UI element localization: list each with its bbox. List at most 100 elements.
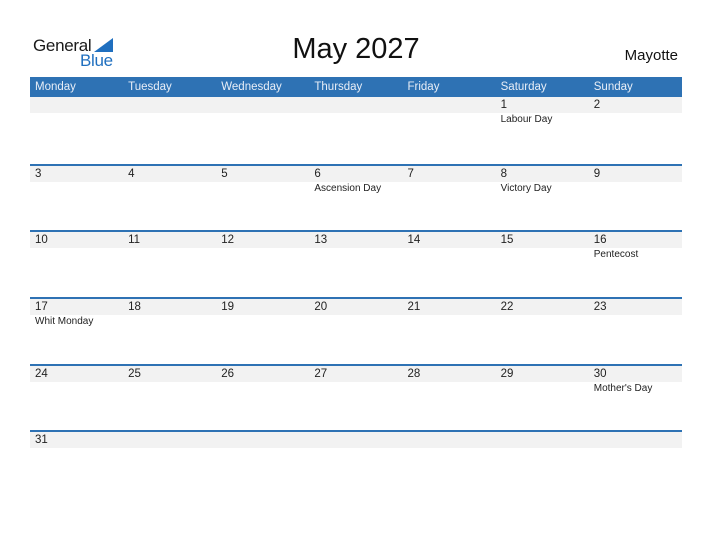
- day-cell: 5: [216, 166, 309, 196]
- week-row: 24 25 26 27 28 29 30 Mother's Day: [30, 363, 682, 431]
- day-cell: 11: [123, 232, 216, 262]
- day-cell: 2: [589, 97, 682, 127]
- day-cell: 13: [309, 232, 402, 262]
- day-number: 1: [500, 99, 508, 111]
- day-number: 12: [221, 234, 235, 247]
- week-row: 3 4 5 6 Ascension Day 7 8 Victory Day 9: [30, 163, 682, 231]
- day-cell: 26: [216, 366, 309, 396]
- day-number: 14: [407, 234, 421, 247]
- day-cell: 8 Victory Day: [496, 166, 589, 196]
- day-cell: 7: [403, 166, 496, 196]
- weekday-friday: Friday: [407, 81, 440, 93]
- day-number: 19: [221, 301, 235, 314]
- day-number: 17: [35, 301, 48, 314]
- day-number: 11: [128, 234, 141, 247]
- day-cell: 29: [496, 366, 589, 396]
- day-number: 27: [314, 367, 328, 380]
- day-number: 10: [35, 234, 48, 247]
- day-number: 20: [314, 301, 328, 314]
- day-cell: [496, 432, 589, 448]
- day-number: 26: [221, 367, 235, 380]
- day-cell: 6 Ascension Day: [309, 166, 402, 196]
- week-row: 17 Whit Monday 18 19 20 21 22 23: [30, 297, 682, 364]
- day-number: [221, 97, 309, 113]
- day-cell: 20: [309, 299, 402, 329]
- day-cell: 31: [30, 432, 123, 448]
- day-number: [408, 432, 496, 448]
- day-cell: 12: [216, 232, 309, 262]
- day-number: 6: [314, 167, 321, 180]
- day-cell: 19: [216, 299, 309, 329]
- calendar-title: May 2027: [292, 33, 420, 65]
- day-number: 7: [407, 167, 414, 180]
- day-cell: 24: [30, 366, 123, 396]
- day-cell: [123, 432, 216, 448]
- day-number: 22: [500, 301, 514, 314]
- day-cell: [403, 97, 496, 127]
- day-number: 4: [128, 167, 135, 180]
- day-number: 25: [128, 367, 141, 380]
- day-cell: 18: [123, 299, 216, 329]
- day-number: [221, 432, 309, 448]
- holiday-label: Whit Monday: [35, 316, 94, 328]
- day-number: 28: [407, 367, 421, 380]
- week-row: 1 Labour Day 2: [30, 97, 682, 164]
- day-number: 16: [593, 234, 607, 247]
- day-number: [314, 97, 402, 113]
- day-cell: [123, 97, 216, 127]
- day-number: [408, 97, 496, 113]
- holiday-label: Labour Day: [500, 114, 553, 125]
- day-cell: 16 Pentecost: [589, 232, 682, 262]
- week-row: 31: [30, 430, 682, 449]
- day-number: 5: [221, 167, 228, 180]
- day-number: 9: [593, 167, 601, 180]
- day-number: 31: [35, 434, 48, 447]
- day-cell: [216, 97, 309, 127]
- day-number: 15: [500, 234, 514, 247]
- day-cell: 28: [403, 366, 496, 396]
- day-cell: 3: [30, 166, 123, 196]
- day-cell: 9: [589, 166, 682, 196]
- weekday-header: Monday Tuesday Wednesday Thursday Friday…: [30, 77, 682, 97]
- day-cell: 10: [30, 232, 123, 262]
- day-number: [128, 432, 216, 448]
- day-number: [501, 432, 589, 448]
- day-cell: [309, 432, 402, 448]
- day-number: 30: [593, 367, 607, 380]
- holiday-label: Ascension Day: [314, 182, 382, 194]
- weekday-saturday: Saturday: [500, 81, 547, 93]
- day-cell: 23: [589, 299, 682, 329]
- day-cell: 25: [123, 366, 216, 396]
- weekday-tuesday: Tuesday: [128, 81, 172, 93]
- day-number: 3: [35, 167, 42, 180]
- day-cell: 21: [403, 299, 496, 329]
- holiday-label: Pentecost: [593, 249, 639, 261]
- day-number: 21: [407, 301, 421, 314]
- day-number: 29: [500, 367, 514, 380]
- day-cell: 30 Mother's Day: [589, 366, 682, 396]
- country-label: Mayotte: [624, 47, 678, 64]
- day-cell: 4: [123, 166, 216, 196]
- day-number: [128, 97, 216, 113]
- holiday-label: Victory Day: [500, 182, 552, 194]
- day-cell: 1 Labour Day: [496, 97, 589, 127]
- day-number: 23: [593, 301, 607, 314]
- day-cell: [403, 432, 496, 448]
- day-number: 18: [128, 301, 141, 314]
- weekday-thursday: Thursday: [314, 81, 363, 93]
- day-cell: [589, 432, 682, 448]
- weekday-sunday: Sunday: [593, 81, 633, 93]
- day-number: 2: [593, 99, 601, 111]
- day-number: [594, 432, 682, 448]
- day-number: 13: [314, 234, 328, 247]
- day-cell: 14: [403, 232, 496, 262]
- day-cell: 27: [309, 366, 402, 396]
- day-cell: 15: [496, 232, 589, 262]
- day-number: 24: [35, 367, 48, 380]
- holiday-label: Mother's Day: [593, 382, 653, 394]
- week-row: 10 11 12 13 14 15 16 Pentecost: [30, 230, 682, 297]
- day-number: 8: [500, 167, 508, 180]
- day-cell: [216, 432, 309, 448]
- day-cell: [309, 97, 402, 127]
- day-number: [314, 432, 402, 448]
